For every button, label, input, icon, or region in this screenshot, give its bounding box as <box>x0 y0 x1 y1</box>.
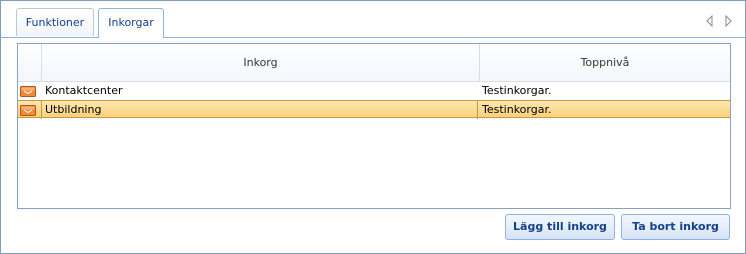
inkorg-cell: Kontaktcenter <box>45 84 123 97</box>
row-icon-cell <box>18 101 42 119</box>
add-inbox-button[interactable]: Lägg till inkorg <box>505 214 615 240</box>
header-icon-column <box>18 44 42 81</box>
inbox-grid: Inkorg Toppnivå Kontaktcenter Testinkorg… <box>17 43 731 209</box>
tab-funktioner[interactable]: Funktioner <box>16 8 94 36</box>
table-row[interactable]: Kontaktcenter Testinkorgar. <box>18 82 730 100</box>
tab-scroll-controls <box>704 14 734 28</box>
tab-strip: Funktioner Inkorgar <box>1 1 745 38</box>
toppniva-cell: Testinkorgar. <box>482 84 552 97</box>
inbox-icon <box>20 85 36 97</box>
column-header-toppniva[interactable]: Toppnivå <box>480 44 730 81</box>
tab-inkorgar[interactable]: Inkorgar <box>98 8 164 38</box>
scroll-right-icon[interactable] <box>722 14 734 28</box>
toppniva-cell: Testinkorgar. <box>482 103 552 116</box>
column-header-inkorg[interactable]: Inkorg <box>42 44 480 81</box>
remove-inbox-button[interactable]: Ta bort inkorg <box>621 214 730 240</box>
scroll-left-icon[interactable] <box>704 14 716 28</box>
inkorg-cell: Utbildning <box>45 101 478 119</box>
row-icon-cell <box>18 82 42 100</box>
table-row-selected[interactable]: Utbildning Testinkorgar. <box>18 100 730 119</box>
inbox-icon <box>20 104 36 116</box>
grid-header: Inkorg Toppnivå <box>18 44 730 82</box>
inbox-panel: Funktioner Inkorgar Inkorg Toppnivå Kont… <box>0 0 746 254</box>
